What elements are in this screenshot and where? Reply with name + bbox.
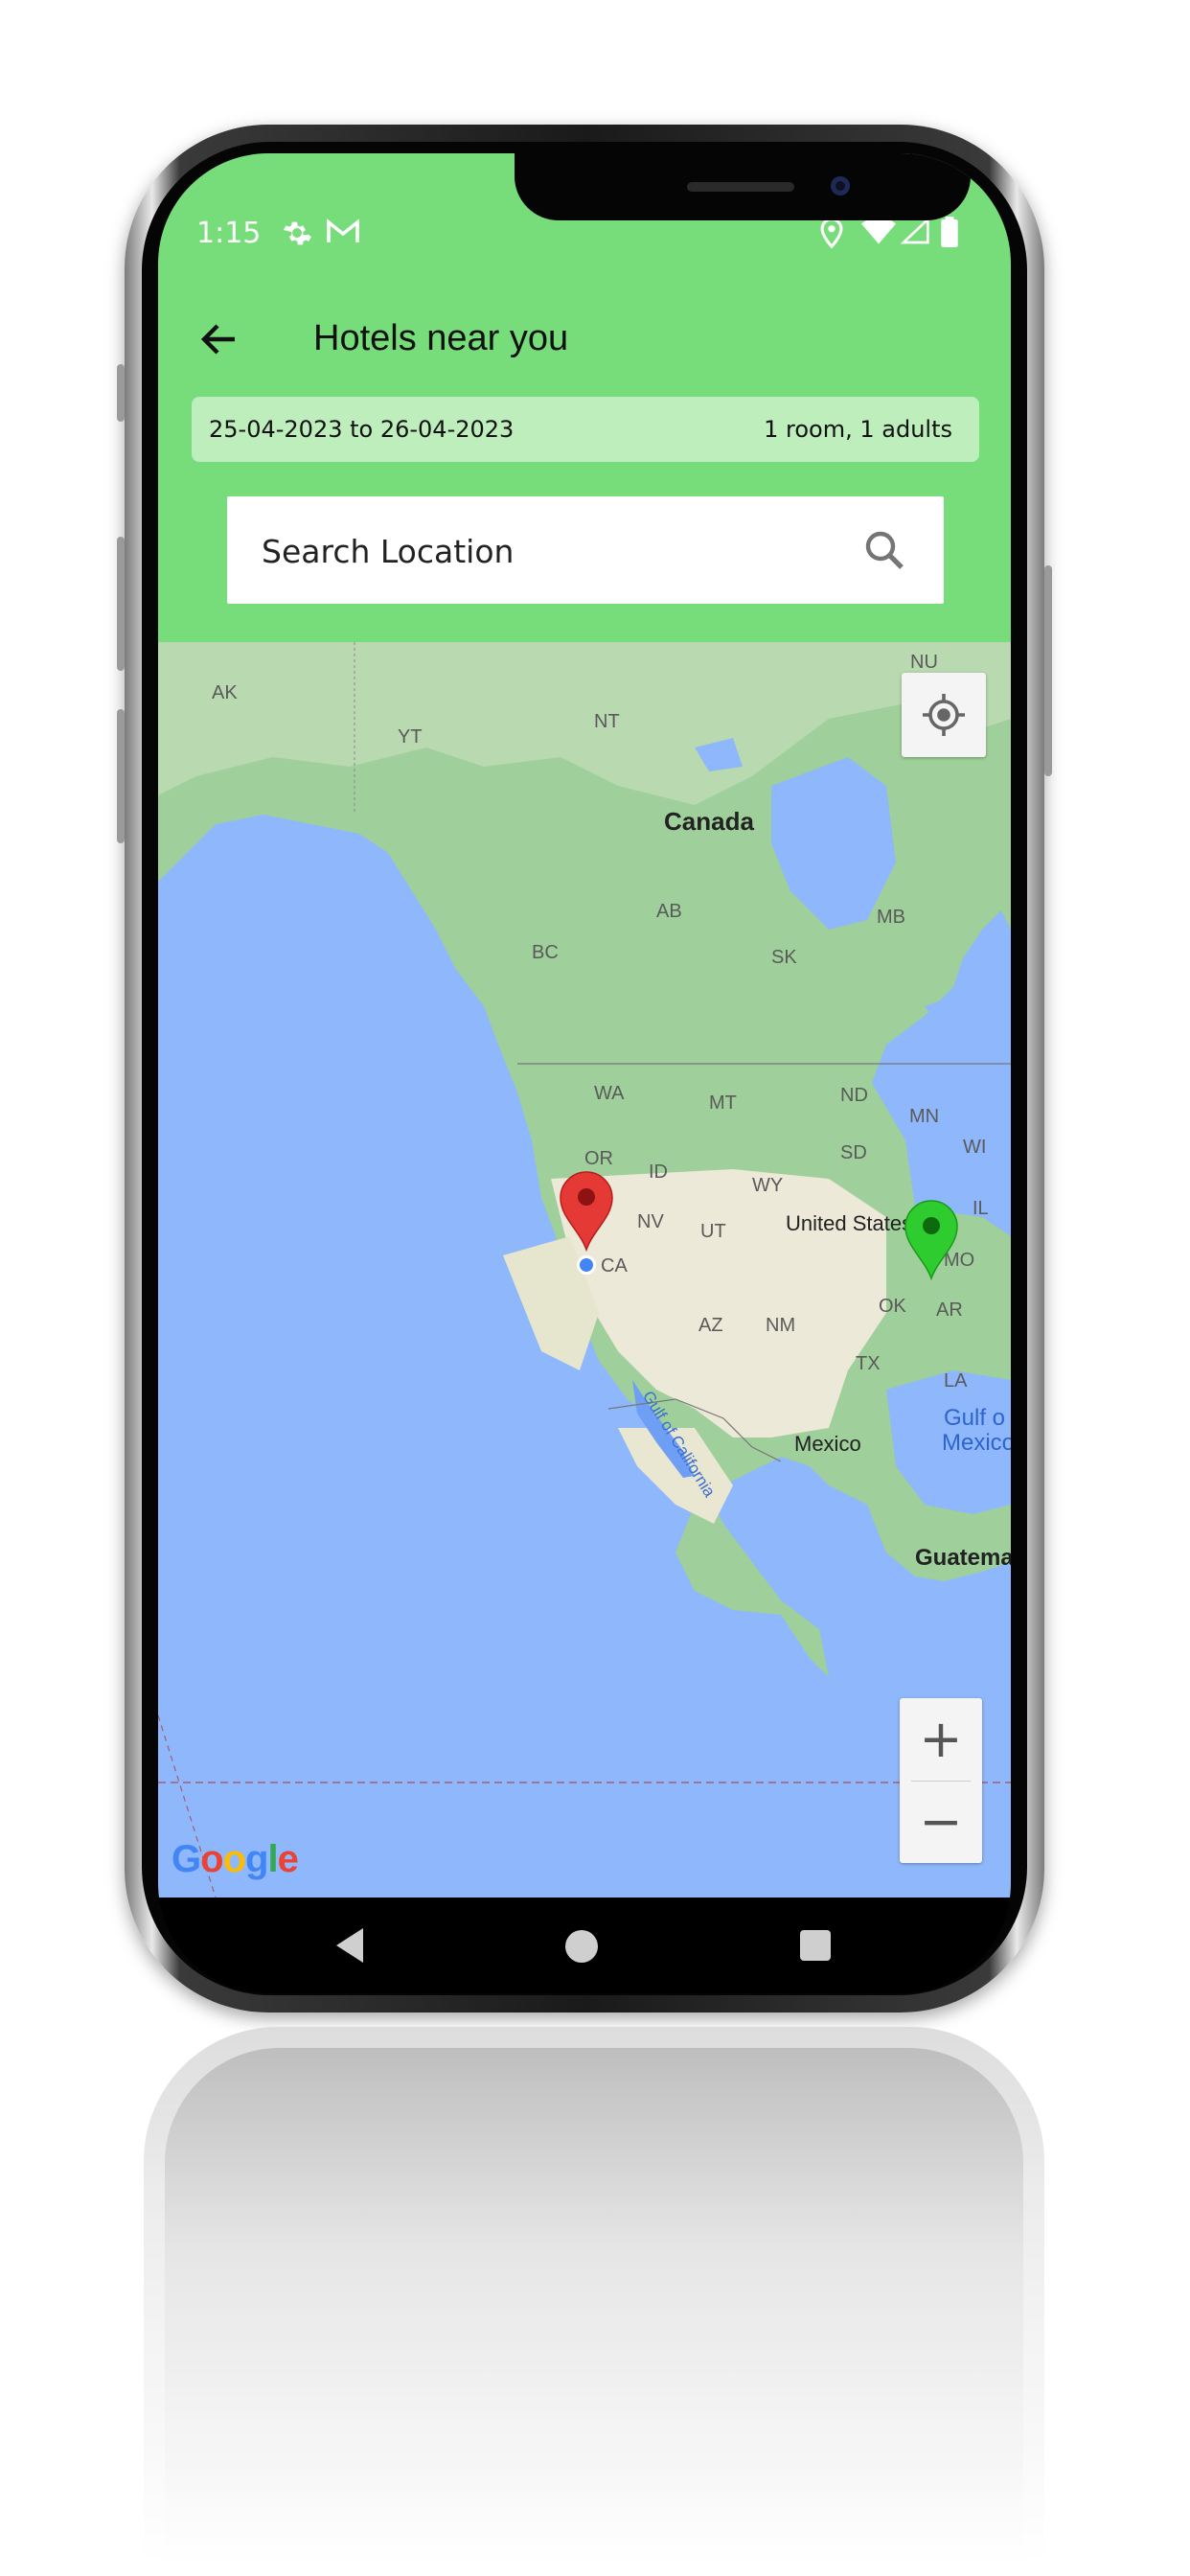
settings-icon xyxy=(281,217,313,253)
current-location-dot xyxy=(577,1255,596,1275)
search-box xyxy=(227,496,944,604)
map-label-yt: YT xyxy=(398,726,423,748)
search-icon[interactable] xyxy=(861,527,907,577)
map-label-nu: NU xyxy=(910,652,938,673)
map-label-il: IL xyxy=(973,1198,989,1219)
zoom-out-button[interactable]: − xyxy=(900,1781,982,1863)
front-camera xyxy=(831,176,850,196)
map-label-bc: BC xyxy=(532,942,559,963)
booking-rooms-guests: 1 room, 1 adults xyxy=(764,416,952,443)
map-label-gulf-of-mexico-line2: Mexico xyxy=(942,1430,1011,1456)
map-label-wa: WA xyxy=(594,1083,625,1104)
map-label-nd: ND xyxy=(840,1085,868,1106)
phone-screen: 1:15 Hotels near you 25-04-2023 to 26-04… xyxy=(158,153,1011,1993)
phone-power-button xyxy=(1044,565,1052,776)
map-label-wy: WY xyxy=(752,1175,784,1196)
map-label-ca: CA xyxy=(601,1255,628,1276)
google-logo: Google xyxy=(172,1838,299,1880)
map-label-guatemala: Guatema xyxy=(915,1545,1011,1571)
my-location-button[interactable] xyxy=(902,673,986,757)
map-label-gulf-of-mexico-line1: Gulf o xyxy=(944,1405,1006,1431)
gmail-icon xyxy=(326,217,360,249)
hotel-marker-green[interactable] xyxy=(904,1200,959,1284)
speaker xyxy=(687,182,794,192)
map-label-nv: NV xyxy=(637,1211,664,1232)
battery-icon xyxy=(940,217,959,251)
map-label-sk: SK xyxy=(771,947,797,968)
hotel-marker-red[interactable] xyxy=(559,1171,614,1255)
map-label-wi: WI xyxy=(963,1137,987,1158)
map-label-mn: MN xyxy=(909,1106,940,1127)
map-label-ar: AR xyxy=(936,1300,963,1321)
booking-summary-bar[interactable]: 25-04-2023 to 26-04-2023 1 room, 1 adult… xyxy=(192,397,979,462)
map-label-ok: OK xyxy=(879,1296,906,1317)
status-time: 1:15 xyxy=(196,217,262,250)
nav-back-icon[interactable] xyxy=(332,1926,367,1968)
zoom-in-button[interactable]: + xyxy=(900,1698,982,1781)
map-label-mt: MT xyxy=(709,1092,737,1114)
android-nav-bar xyxy=(158,1898,1011,1993)
map-label-ab: AB xyxy=(656,901,682,922)
map-label-tx: TX xyxy=(856,1353,881,1374)
map-label-nm: NM xyxy=(766,1315,796,1336)
phone-side-button xyxy=(117,364,125,422)
map-label-mexico: Mexico xyxy=(794,1432,861,1456)
nav-home-icon[interactable] xyxy=(565,1930,598,1963)
phone-reflection-inner xyxy=(165,2048,1023,2564)
map-label-united-states: United States xyxy=(786,1211,913,1235)
map-label-id: ID xyxy=(649,1162,668,1183)
wifi-icon xyxy=(861,217,896,249)
booking-dates: 25-04-2023 to 26-04-2023 xyxy=(209,416,515,443)
back-arrow-icon[interactable] xyxy=(196,316,242,362)
location-icon xyxy=(819,217,844,253)
notch xyxy=(515,153,971,220)
map-label-or: OR xyxy=(584,1148,613,1169)
map-label-sd: SD xyxy=(840,1142,867,1163)
crosshair-icon xyxy=(923,694,965,736)
header: 1:15 Hotels near you 25-04-2023 to 26-04… xyxy=(158,153,1011,642)
map-label-nt: NT xyxy=(594,711,620,732)
nav-recents-icon[interactable] xyxy=(800,1930,831,1961)
signal-icon xyxy=(900,216,930,249)
map-view[interactable]: AK YT NT NU Canada AB BC SK MB WA MT ND … xyxy=(158,642,1011,1898)
zoom-controls: + − xyxy=(900,1698,982,1863)
map-label-canada: Canada xyxy=(664,807,754,836)
map-label-la: LA xyxy=(944,1370,968,1392)
page-title: Hotels near you xyxy=(313,318,569,358)
map-label-ut: UT xyxy=(700,1221,726,1242)
phone-reflection xyxy=(144,2027,1044,2564)
map-label-ak: AK xyxy=(212,682,238,703)
search-location-input[interactable] xyxy=(260,521,838,581)
phone-volume-up xyxy=(117,537,125,671)
phone-volume-down xyxy=(117,709,125,843)
map-label-mb: MB xyxy=(877,907,905,928)
map-label-az: AZ xyxy=(698,1315,723,1336)
